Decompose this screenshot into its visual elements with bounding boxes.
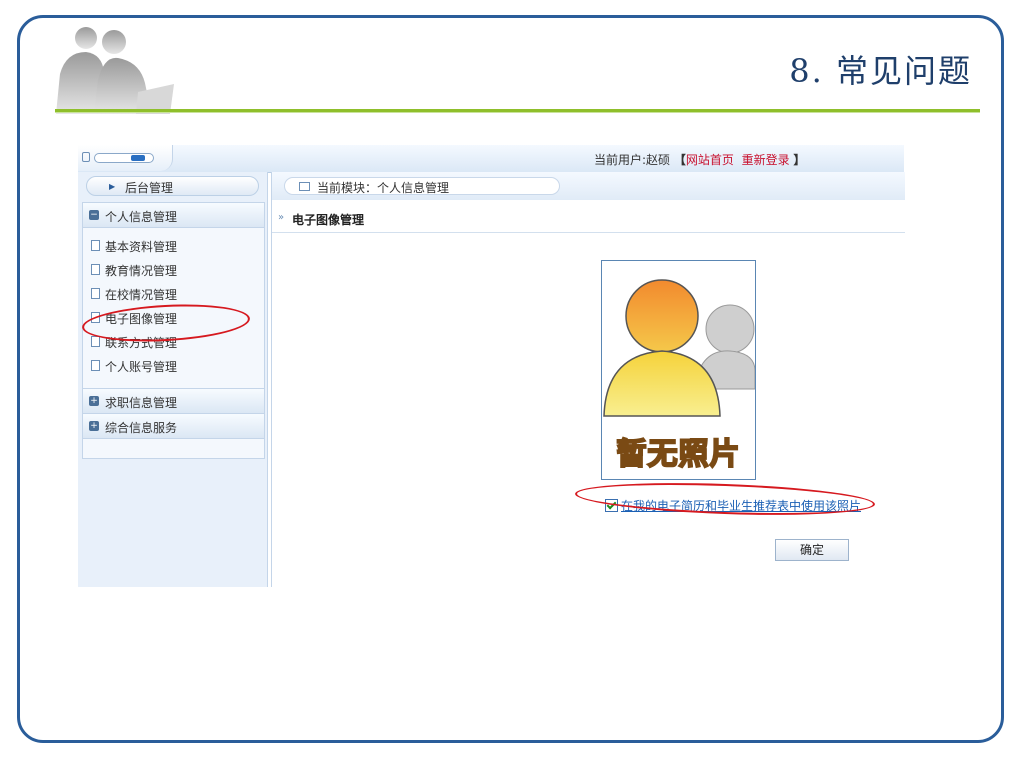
bracket-close: 】	[793, 153, 806, 167]
sidebar-item-label: 个人账号管理	[105, 360, 178, 374]
document-icon	[91, 336, 100, 347]
slide-title: 8. 常见问题	[789, 52, 972, 90]
sidebar-item-label: 教育情况管理	[105, 264, 178, 278]
title-divider	[55, 109, 980, 113]
sidebar-group-general-service[interactable]: + 综合信息服务	[83, 414, 264, 439]
site-home-link[interactable]: 网站首页	[686, 153, 734, 167]
sidebar-item-label: 基本资料管理	[105, 240, 178, 254]
group-label: 综合信息服务	[105, 421, 178, 435]
people-silhouette-logo	[56, 27, 174, 114]
section-title: 电子图像管理	[292, 213, 365, 227]
top-bar: 当前用户:赵硕 【网站首页 重新登录 】	[78, 145, 904, 173]
main-content: 当前模块：个人信息管理 » 电子图像管理 暂无照片 在我的电子简历和毕业生推荐表…	[271, 172, 905, 587]
confirm-button[interactable]: 确定	[775, 539, 849, 561]
document-icon	[91, 288, 100, 299]
user-info: 当前用户:赵硕 【网站首页 重新登录 】	[594, 151, 805, 168]
topbar-controls	[78, 145, 173, 171]
relogin-link[interactable]: 重新登录	[742, 153, 790, 167]
breadcrumb-label: 当前模块：个人信息管理	[317, 181, 450, 195]
expand-icon: +	[89, 421, 99, 431]
play-icon: ▶	[109, 182, 116, 191]
photo-placeholder: 暂无照片	[601, 260, 756, 480]
group-label: 个人信息管理	[105, 210, 178, 224]
module-icon	[299, 182, 310, 191]
current-user-label: 当前用户:	[594, 153, 647, 167]
group-label: 求职信息管理	[105, 396, 178, 410]
document-icon	[91, 264, 100, 275]
app-window: 当前用户:赵硕 【网站首页 重新登录 】 ▶ 后台管理 − 个人信息管理 基本资…	[78, 145, 905, 587]
sidebar: ▶ 后台管理 − 个人信息管理 基本资料管理 教育情况管理 在校情况管理 电子图…	[78, 172, 268, 587]
sidebar-item-label: 在校情况管理	[105, 288, 178, 302]
document-icon	[91, 240, 100, 251]
no-photo-text: 暂无照片	[616, 436, 741, 473]
breadcrumb-bar: 当前模块：个人信息管理	[272, 172, 905, 200]
sidebar-group-job-info[interactable]: + 求职信息管理	[83, 388, 264, 414]
current-user-name: 赵硕	[646, 153, 671, 167]
sidebar-header[interactable]: ▶ 后台管理	[86, 176, 259, 196]
bracket-open: 【	[673, 153, 686, 167]
breadcrumb: 当前模块：个人信息管理	[284, 177, 560, 195]
expand-icon: +	[89, 396, 99, 406]
sidebar-header-label: 后台管理	[125, 181, 174, 195]
document-icon	[91, 360, 100, 371]
section-header: » 电子图像管理	[272, 205, 905, 233]
collapse-icon: −	[89, 210, 99, 220]
double-arrow-icon: »	[278, 212, 285, 223]
sidebar-group-personal-info[interactable]: − 个人信息管理	[83, 203, 264, 228]
lock-icon	[82, 152, 90, 162]
layout-toggle-icon[interactable]	[94, 153, 154, 163]
